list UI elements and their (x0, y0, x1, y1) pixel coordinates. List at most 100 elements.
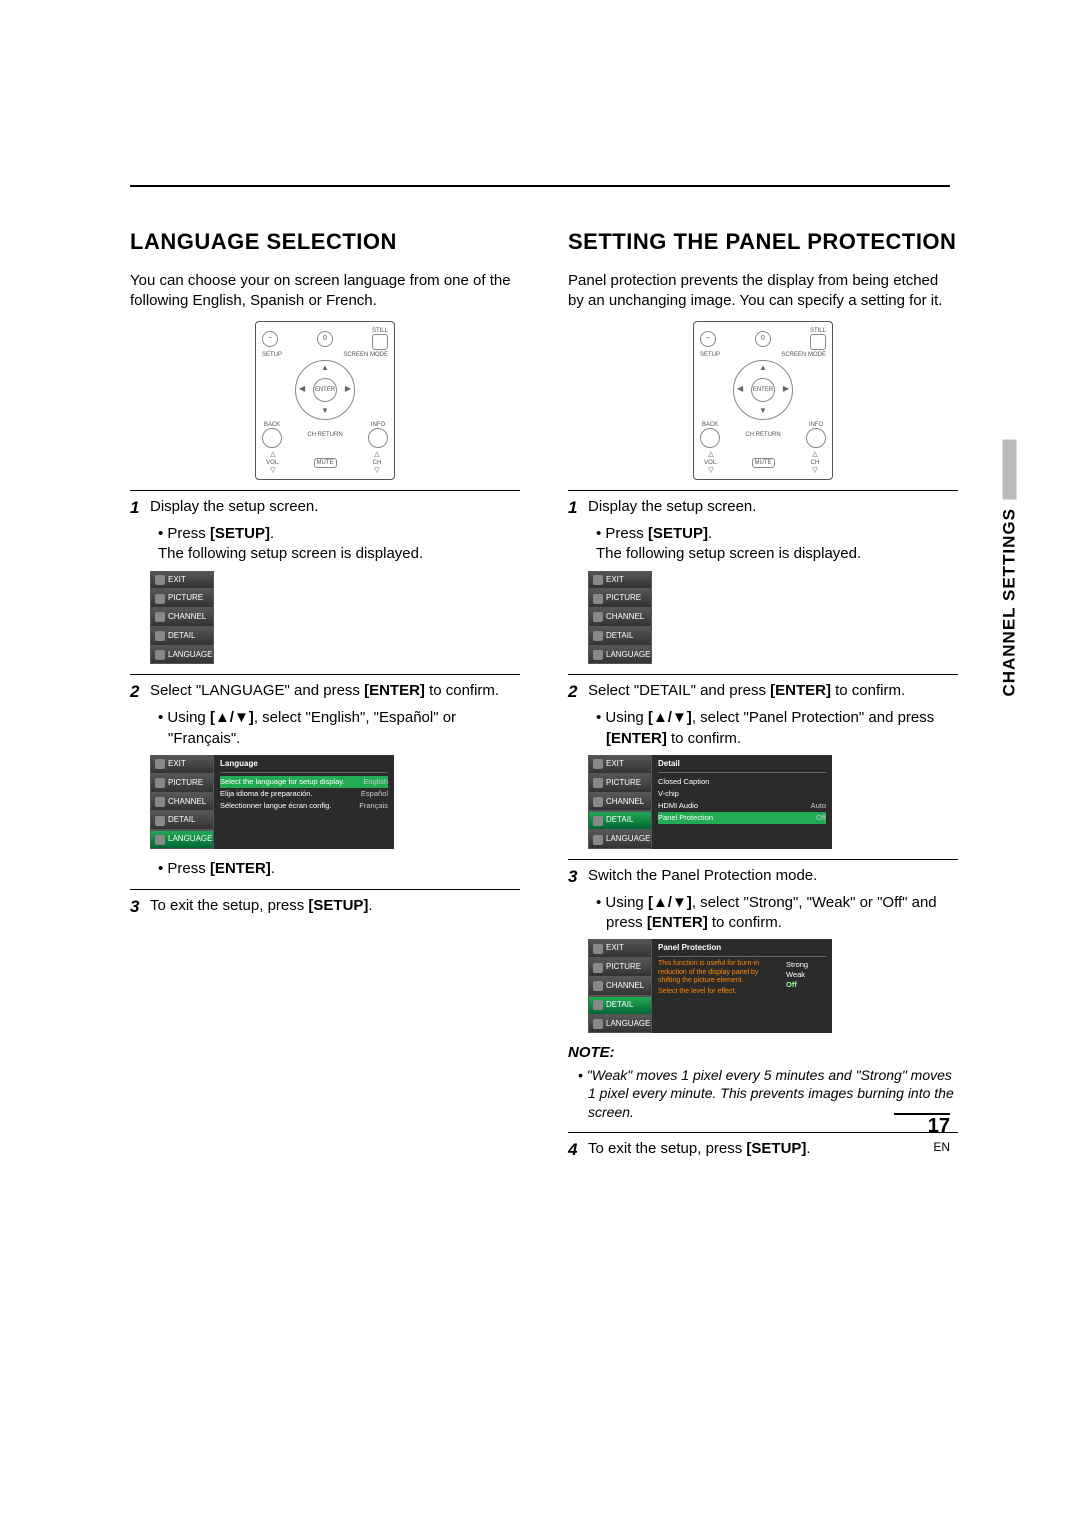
screen-label: SCREEN MODE (343, 352, 388, 358)
remote: − 0 STILL SETUP SCREEN MODE ENTER (255, 321, 395, 480)
osd-pane-title: Panel Protection (658, 943, 826, 957)
picture-icon (593, 778, 603, 788)
chreturn-label: CH RETURN (745, 432, 780, 438)
language-icon (155, 835, 165, 845)
enter-button: ENTER (313, 378, 337, 402)
osd-row: Elija idioma de preparación.Español (220, 788, 388, 800)
step-num: 3 (568, 866, 582, 889)
step-1: 1 Display the setup screen. (568, 497, 958, 520)
osd-item-picture: PICTURE (150, 589, 214, 608)
osd-setup-menu: EXIT PICTURE CHANNEL DETAIL LANGUAGE (588, 571, 958, 665)
osd-row: Panel ProtectionOff (658, 812, 826, 824)
osd-opt: Weak (786, 970, 826, 980)
info-label: INFO (806, 422, 826, 428)
divider (130, 889, 520, 890)
back-label: BACK (700, 422, 720, 428)
step-num: 1 (568, 497, 582, 520)
osd-item-language: LANGUAGE (150, 646, 214, 665)
exit-icon (155, 759, 165, 769)
vol-rocker: △VOL.▽ (262, 450, 284, 475)
minus-icon: − (700, 331, 716, 347)
back-button (700, 428, 720, 448)
remote-diagram-right: − 0 STILL SETUP SCREEN MODE ENTER (568, 321, 958, 480)
picture-icon (593, 594, 603, 604)
step-3-bullet: Using [▲/▼], select "Strong", "Weak" or … (596, 893, 958, 934)
step-1-bullet: Press [SETUP]. (158, 524, 520, 544)
osd-item-channel: CHANNEL (150, 608, 214, 627)
exit-icon (155, 575, 165, 585)
osd-item-exit: EXIT (588, 939, 652, 958)
intro-panel-protection: Panel protection prevents the display fr… (568, 271, 958, 312)
down-icon: ▼ (321, 406, 329, 417)
osd-row: Closed Caption (658, 776, 826, 788)
osd-item-exit: EXIT (588, 755, 652, 774)
note-heading: NOTE: (568, 1043, 958, 1063)
step-2: 2 Select "LANGUAGE" and press [ENTER] to… (130, 681, 520, 704)
osd-pane-title: Detail (658, 759, 826, 773)
section-tab: CHANNEL SETTINGS (1000, 440, 1020, 697)
osd-item-picture: PICTURE (588, 958, 652, 977)
left-icon: ◀ (299, 384, 305, 395)
dpad: ENTER ▲ ▼ ◀ ▶ (723, 360, 803, 420)
top-rule (130, 185, 950, 187)
intro-language: You can choose your on screen language f… (130, 271, 520, 312)
osd-item-channel: CHANNEL (588, 793, 652, 812)
osd-pane-title: Language (220, 759, 388, 773)
osd-item-detail: DETAIL (588, 996, 652, 1015)
setup-label: SETUP (262, 352, 282, 358)
exit-icon (593, 944, 603, 954)
page-number: 17 (894, 1113, 950, 1138)
step-text: Select "LANGUAGE" and press [ENTER] to c… (150, 681, 520, 704)
step-2-bullet: Using [▲/▼], select "English", "Español"… (158, 708, 520, 749)
zero-icon: 0 (755, 331, 771, 347)
mute-button: MUTE (752, 458, 775, 468)
osd-item-detail: DETAIL (150, 627, 214, 646)
left-icon: ◀ (737, 384, 743, 395)
step-num: 4 (568, 1139, 582, 1162)
language-icon (155, 650, 165, 660)
language-icon (593, 835, 603, 845)
info-button (806, 428, 826, 448)
info-label: INFO (368, 422, 388, 428)
screen-label: SCREEN MODE (781, 352, 826, 358)
osd-item-channel: CHANNEL (588, 977, 652, 996)
heading-panel-protection: SETTING THE PANEL PROTECTION (568, 227, 958, 257)
step-1-sub: The following setup screen is displayed. (596, 544, 958, 564)
detail-icon (593, 631, 603, 641)
picture-icon (593, 963, 603, 973)
up-icon: ▲ (759, 363, 767, 374)
detail-icon (155, 631, 165, 641)
heading-language: LANGUAGE SELECTION (130, 227, 520, 257)
osd-item-channel: CHANNEL (588, 608, 652, 627)
detail-icon (155, 816, 165, 826)
exit-icon (593, 759, 603, 769)
step-2: 2 Select "DETAIL" and press [ENTER] to c… (568, 681, 958, 704)
divider (568, 859, 958, 860)
enter-button: ENTER (751, 378, 775, 402)
osd-opt: Off (786, 980, 826, 990)
zero-icon: 0 (317, 331, 333, 347)
osd-item-detail: DETAIL (588, 811, 652, 830)
right-icon: ▶ (345, 384, 351, 395)
step-3: 3 To exit the setup, press [SETUP]. (130, 896, 520, 919)
remote: − 0 STILL SETUP SCREEN MODE ENTER (693, 321, 833, 480)
picture-icon (155, 778, 165, 788)
step-num: 2 (130, 681, 144, 704)
vol-rocker: △VOL.▽ (700, 450, 722, 475)
step-text: Switch the Panel Protection mode. (588, 866, 958, 889)
still-button (810, 334, 826, 350)
ch-rocker: △CH▽ (804, 450, 826, 475)
ch-rocker: △CH▽ (366, 450, 388, 475)
language-icon (593, 1019, 603, 1029)
exit-icon (593, 575, 603, 585)
still-label: STILL (372, 328, 388, 334)
detail-icon (593, 1000, 603, 1010)
osd-item-channel: CHANNEL (150, 793, 214, 812)
channel-icon (155, 797, 165, 807)
column-panel-protection: SETTING THE PANEL PROTECTION Panel prote… (568, 227, 958, 1166)
osd-item-picture: PICTURE (588, 774, 652, 793)
step-2-bullet: Using [▲/▼], select "Panel Protection" a… (596, 708, 958, 749)
osd-row: V-chip (658, 788, 826, 800)
mute-button: MUTE (314, 458, 337, 468)
divider (130, 674, 520, 675)
